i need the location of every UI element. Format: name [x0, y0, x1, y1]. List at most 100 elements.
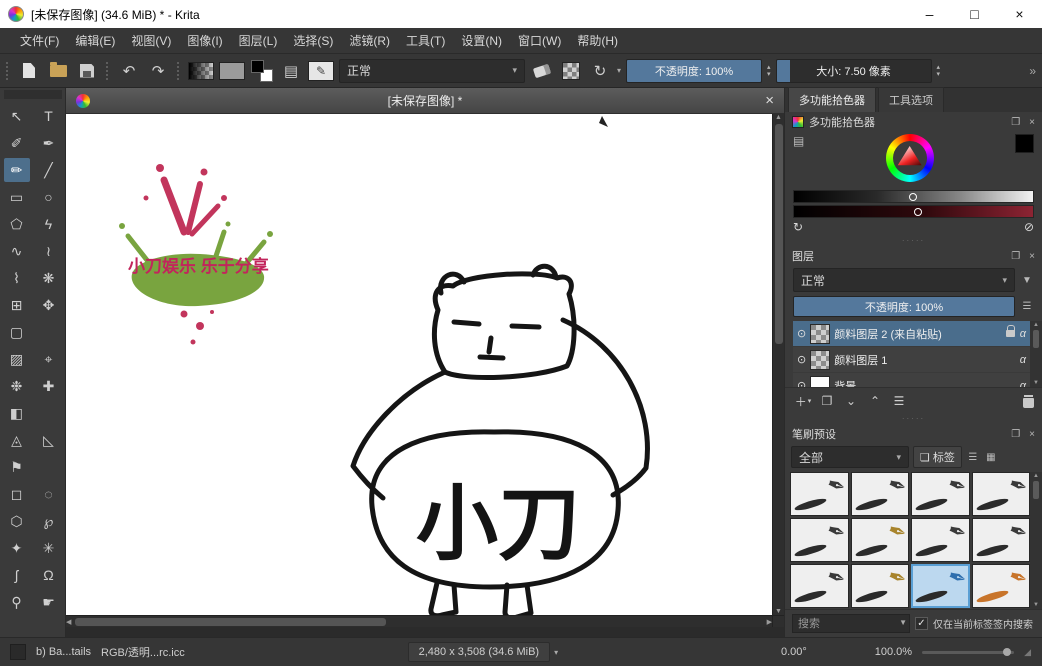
layer-alpha-icon[interactable]: α — [1020, 380, 1026, 388]
transform-tool[interactable]: ⊞ — [4, 293, 30, 317]
magnetic-select-tool[interactable]: Ω — [36, 563, 62, 587]
add-layer-button[interactable]: ＋▾ — [793, 392, 813, 410]
layer-lock-icon[interactable] — [1006, 330, 1015, 337]
menu-file[interactable]: 文件(F) — [12, 27, 67, 54]
layer-menu-icon[interactable]: ☰ — [1020, 301, 1034, 312]
canvas-horizontal-scrollbar[interactable]: ◀ ▶ — [66, 615, 772, 627]
scroll-down-icon[interactable]: ▼ — [1033, 380, 1039, 386]
toolbar-grip[interactable] — [6, 62, 10, 80]
layer-list-scrollbar[interactable]: ▲ ▼ — [1030, 321, 1042, 387]
menu-filter[interactable]: 滤镜(R) — [341, 27, 398, 54]
brush-preset-tile-selected[interactable]: ✒ — [911, 564, 970, 608]
brush-preset-tile[interactable]: ✒ — [911, 518, 970, 562]
vertical-scroll-thumb[interactable] — [775, 124, 783, 344]
gradient-chooser-button[interactable] — [188, 59, 214, 83]
calligraphy-tool[interactable]: ✒ — [36, 131, 62, 155]
tag-button[interactable]: ❏ 标签 — [913, 446, 962, 468]
toolbar-grip[interactable] — [177, 62, 181, 80]
menu-window[interactable]: 窗口(W) — [510, 27, 569, 54]
bezier-select-tool[interactable]: ʃ — [4, 563, 30, 587]
brush-preset-tile[interactable]: ✒ — [851, 518, 910, 562]
brush-size-slider[interactable]: 大小: 7.50 像素 — [776, 59, 932, 83]
opacity-slider[interactable]: 不透明度: 100% — [626, 59, 762, 83]
layer-thumbnail[interactable] — [810, 324, 830, 344]
scroll-left-icon[interactable]: ◀ — [66, 618, 71, 626]
crop-tool[interactable]: ▢ — [4, 320, 30, 344]
layer-filter-icon[interactable]: ▼ — [1020, 275, 1034, 286]
presets-menu-icon[interactable]: ☰ — [966, 452, 980, 463]
brush-preset-tile[interactable]: ✒ — [911, 472, 970, 516]
float-docker-icon[interactable]: ❐ — [1011, 429, 1020, 440]
brush-preset-tile[interactable]: ✒ — [972, 518, 1031, 562]
shade-marker[interactable] — [914, 208, 922, 216]
menu-layer[interactable]: 图层(L) — [231, 27, 286, 54]
menu-help[interactable]: 帮助(H) — [569, 27, 626, 54]
color-selector-header[interactable]: 多功能拾色器 ❐ × — [785, 112, 1042, 132]
brush-preset-tile[interactable]: ✒ — [972, 564, 1031, 608]
shade-strip-value[interactable] — [793, 190, 1034, 203]
menu-edit[interactable]: 编辑(E) — [67, 27, 123, 54]
select-shapes-tool[interactable]: ↖ — [4, 104, 30, 128]
current-color-swatch[interactable] — [1015, 134, 1034, 153]
fg-bg-color-button[interactable] — [250, 59, 274, 83]
window-resize-grip[interactable]: ◢ — [1024, 647, 1032, 658]
layer-row[interactable]: ⊙ 颜料图层 1 α — [793, 347, 1030, 372]
layers-header[interactable]: 图层 ❐ × — [785, 246, 1042, 266]
close-docker-icon[interactable]: × — [1029, 251, 1035, 262]
polygon-tool[interactable]: ⬠ — [4, 212, 30, 236]
brush-search-input[interactable] — [792, 614, 910, 633]
workspace-chooser-button[interactable]: ▤ — [279, 59, 303, 83]
ellipse-select-tool[interactable]: ◌ — [36, 482, 62, 506]
bezier-curve-tool[interactable]: ∿ — [4, 239, 30, 263]
zoom-slider[interactable] — [922, 646, 1014, 658]
close-docker-icon[interactable]: × — [1029, 429, 1035, 440]
layer-alpha-icon[interactable]: α — [1020, 328, 1026, 340]
presets-display-icon[interactable]: ▦ — [984, 452, 998, 463]
measure-tool[interactable]: ◺ — [36, 428, 62, 452]
layer-row[interactable]: ⊙ 颜料图层 2 (来自粘贴) α — [793, 321, 1030, 346]
preserve-alpha-button[interactable] — [559, 59, 583, 83]
redo-button[interactable]: ↷ — [146, 59, 170, 83]
layer-properties-button[interactable]: ☰ — [889, 392, 909, 410]
opacity-spinner[interactable]: ▴▾ — [767, 64, 771, 78]
pan-tool[interactable]: ☛ — [36, 590, 62, 614]
menu-view[interactable]: 视图(V) — [123, 27, 179, 54]
shade-marker[interactable] — [909, 193, 917, 201]
shade-strip-color[interactable] — [793, 205, 1034, 218]
menu-settings[interactable]: 设置(N) — [453, 27, 510, 54]
docker-splitter-handle[interactable]: ····· — [785, 236, 1042, 246]
layer-name[interactable]: 颜料图层 2 (来自粘贴) — [834, 326, 1002, 342]
blend-mode-dropdown[interactable]: 正常 ▾ — [339, 59, 525, 83]
new-document-button[interactable] — [17, 59, 41, 83]
assistants-tool[interactable]: ◬ — [4, 428, 30, 452]
blocked-icon[interactable]: ⊘ — [1024, 220, 1034, 234]
toolbar-overflow-button[interactable]: » — [1029, 64, 1038, 78]
layer-visibility-icon[interactable]: ⊙ — [797, 379, 806, 387]
statusbar-zoom-value[interactable]: 100.0% — [875, 646, 912, 658]
freehand-brush-tool[interactable]: ✏ — [4, 158, 30, 182]
gradient-tool[interactable]: ▨ — [4, 347, 30, 371]
reload-preset-button[interactable]: ↻ — [588, 59, 612, 83]
rect-select-tool[interactable]: ◻ — [4, 482, 30, 506]
brush-preset-tile[interactable]: ✒ — [790, 564, 849, 608]
freehand-path-tool[interactable]: ≀ — [36, 239, 62, 263]
brush-scroll-thumb[interactable] — [1033, 481, 1039, 499]
close-button[interactable]: × — [997, 0, 1042, 28]
undo-button[interactable]: ↶ — [117, 59, 141, 83]
brush-editor-button[interactable]: ✎ — [308, 59, 334, 83]
similar-color-select-tool[interactable]: ✳ — [36, 536, 62, 560]
brush-tag-filter-dropdown[interactable]: 全部 ▾ — [791, 446, 909, 468]
brush-presets-header[interactable]: 笔刷预设 ❐ × — [785, 424, 1042, 444]
zoom-tool[interactable]: ⚲ — [4, 590, 30, 614]
brush-grid-scrollbar[interactable]: ▲ ▼ — [1030, 472, 1042, 609]
move-layer-up-button[interactable]: ⌃ — [865, 392, 885, 410]
eraser-mode-button[interactable] — [530, 59, 554, 83]
layer-thumbnail[interactable] — [810, 376, 830, 388]
maximize-button[interactable]: □ — [952, 0, 997, 28]
canvas[interactable]: 小刀娱乐 乐于分享 — [66, 114, 772, 615]
brush-preset-tile[interactable]: ✒ — [790, 518, 849, 562]
brush-size-spinner[interactable]: ▴▾ — [937, 64, 941, 78]
layer-row[interactable]: ⊙ 背景 α — [793, 373, 1030, 387]
layer-thumbnail[interactable] — [810, 350, 830, 370]
fill-tool[interactable]: ◧ — [4, 401, 30, 425]
